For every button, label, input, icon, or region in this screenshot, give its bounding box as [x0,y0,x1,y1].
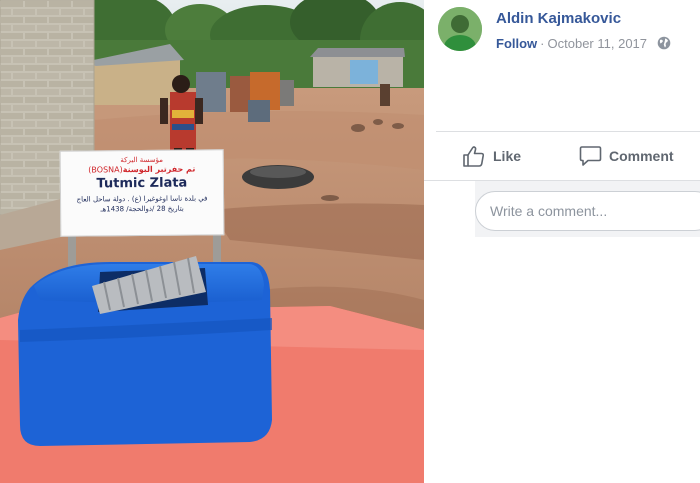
post-meta: Follow · October 11, 2017 [496,36,671,51]
donation-sign: مؤسسة البركة (BOSNA)تم حفرتبر البوسنة Tu… [59,149,225,237]
post-date[interactable]: October 11, 2017 [548,36,648,51]
sign-organization: مؤسسة البركة [120,155,164,165]
post-actions: Like Comment [424,132,700,180]
sign-donor-name: Tutmic Zlata [96,175,188,192]
sign-headline: (BOSNA)تم حفرتبر البوسنة [61,164,223,175]
comment-input[interactable] [475,191,700,231]
tire [242,165,314,189]
hut-right [310,48,405,87]
follow-link[interactable]: Follow [496,36,537,51]
thumbs-up-icon [463,146,485,167]
post-header: Aldin Kajmakovic Follow · October 11, 2017 [424,0,700,132]
photo-scene [0,0,424,483]
like-label: Like [493,148,522,164]
author-name[interactable]: Aldin Kajmakovic [496,10,621,27]
meta-separator: · [540,36,545,51]
sign-date: بتاريخ 28 /ذوالحجة/ 1438هـ [100,204,184,214]
blue-well [18,256,272,446]
globe-icon[interactable] [657,36,671,50]
comment-composer [424,181,700,237]
post-sidebar: Aldin Kajmakovic Follow · October 11, 2017… [424,0,700,483]
sign-headline-arabic: تم حفرتبر البوسنة [122,164,196,175]
post-photo[interactable]: مؤسسة البركة (BOSNA)تم حفرتبر البوسنة Tu… [0,0,424,483]
comment-button[interactable]: Comment [579,143,674,169]
sign-location: في بلدة ناسا اوغوغيرا (ع) . دولة ساحل ال… [76,194,208,204]
comment-label: Comment [609,148,674,164]
speech-bubble-icon [579,146,602,166]
sign-country-tag: (BOSNA) [88,165,123,175]
avatar[interactable] [438,7,482,51]
like-button[interactable]: Like [462,143,521,169]
